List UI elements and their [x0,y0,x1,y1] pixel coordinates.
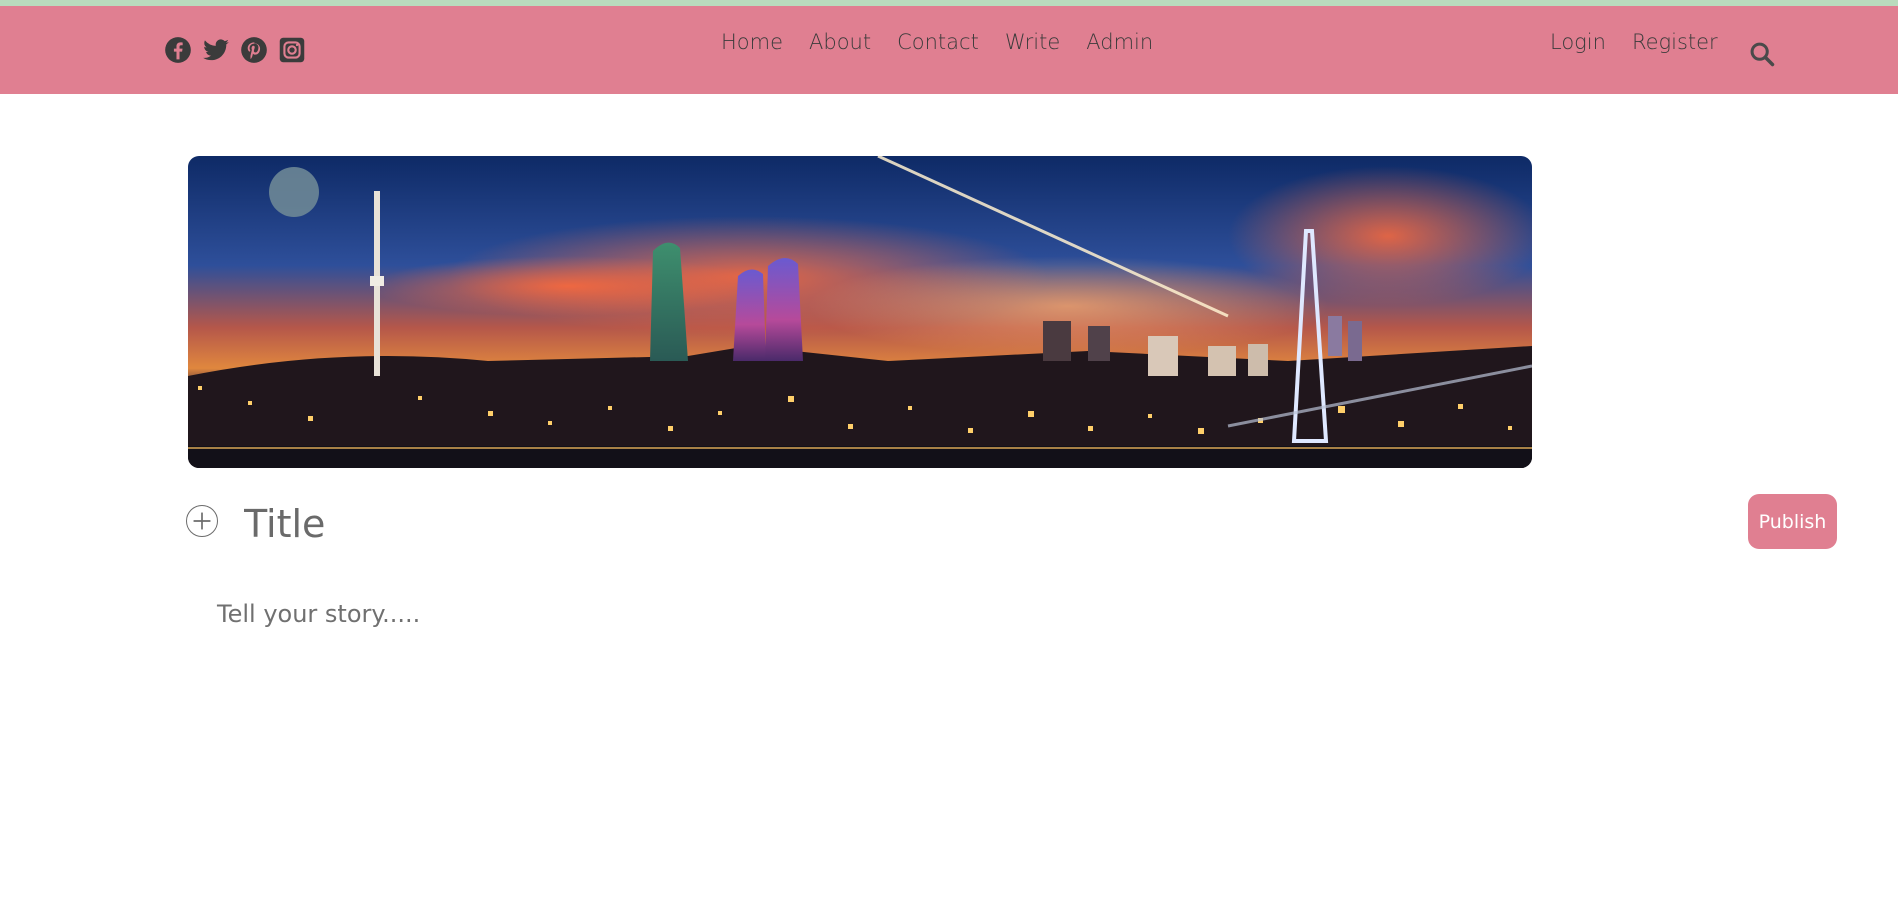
nav-contact[interactable]: Contact [897,30,979,54]
story-textarea[interactable] [215,598,1519,802]
add-image-button[interactable] [186,505,218,537]
title-input[interactable] [240,496,1498,552]
nav-home[interactable]: Home [721,30,783,54]
hero-image [188,156,1532,468]
navbar: Home About Contact Write Admin Login Reg… [0,6,1898,94]
pinterest-icon[interactable] [240,36,268,64]
publish-button[interactable]: Publish [1748,494,1837,549]
nav-admin[interactable]: Admin [1086,30,1153,54]
nav-about[interactable]: About [809,30,871,54]
auth-links: Login Register [1550,30,1718,54]
instagram-icon[interactable] [278,36,306,64]
twitter-icon[interactable] [202,36,230,64]
main-nav: Home About Contact Write Admin [721,30,1153,54]
login-link[interactable]: Login [1550,30,1606,54]
facebook-icon[interactable] [164,36,192,64]
search-icon[interactable] [1748,40,1776,68]
nav-write[interactable]: Write [1005,30,1060,54]
plus-circle-icon [193,512,211,530]
social-links [164,36,306,64]
register-link[interactable]: Register [1632,30,1718,54]
